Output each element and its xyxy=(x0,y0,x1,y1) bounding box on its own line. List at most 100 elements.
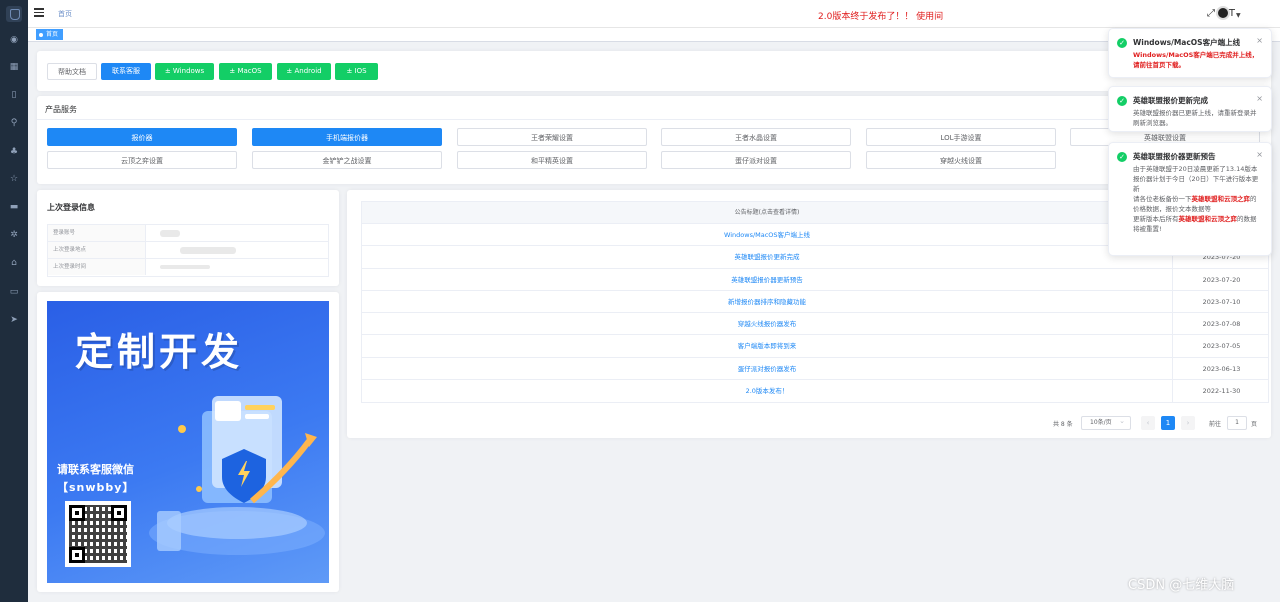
login-info-panel: 上次登录信息 登录账号 上次登录地点 上次登录时间 xyxy=(37,190,339,286)
help-docs-button[interactable]: 帮助文档 xyxy=(47,63,97,80)
announcement-title[interactable]: Windows/MacOS客户端上线 xyxy=(362,224,1172,246)
highlight-span: 英雄联盟和云顶之弈 xyxy=(1191,195,1251,203)
page-button[interactable]: 1 xyxy=(1161,416,1175,430)
notification-body: 英雄联盟报价器已更新上线，请重新登录并刷新浏览器。 xyxy=(1133,109,1257,127)
notification: ✓ 英雄联盟报价更新完成 × 英雄联盟报价器已更新上线，请重新登录并刷新浏览器。 xyxy=(1108,86,1272,132)
search-icon[interactable]: ⚲ xyxy=(8,117,20,129)
masked-value xyxy=(180,247,236,254)
fullscreen-icon[interactable]: ⤢ xyxy=(1207,8,1215,19)
login-info-table: 登录账号 上次登录地点 上次登录时间 xyxy=(47,224,329,277)
avatar[interactable] xyxy=(1216,6,1230,20)
download-ios-button[interactable]: ± IOS xyxy=(335,63,378,80)
success-check-icon: ✓ xyxy=(1117,38,1127,48)
announcement-date: 2023-06-13 xyxy=(1172,357,1270,380)
promo-wechat-id: 【snwbby】 xyxy=(57,481,135,494)
prev-page-button[interactable]: ‹ xyxy=(1141,416,1155,430)
gear-icon[interactable]: ✲ xyxy=(8,229,20,241)
phone-icon[interactable]: ▯ xyxy=(8,89,20,101)
text-span: 请各位老板备份一下 xyxy=(1133,195,1192,203)
info-row: 上次登录地点 xyxy=(48,242,328,259)
highlight-span: 英雄联盟和云顶之弈 xyxy=(1178,215,1238,223)
announcement-date: 2023-07-10 xyxy=(1172,290,1270,313)
promo-panel: 定制开发 请联系客服微信 【snwbby】 xyxy=(37,292,339,592)
tag-home[interactable]: 首页 xyxy=(36,29,64,40)
service-button[interactable]: 报价器 xyxy=(47,128,237,146)
section-title: 产品服务 xyxy=(45,105,77,114)
info-label: 上次登录地点 xyxy=(48,242,146,258)
service-button[interactable]: 云顶之弈设置 xyxy=(47,151,237,169)
service-button[interactable]: 手机端报价器 xyxy=(252,128,442,146)
sitemap-icon[interactable]: ♣ xyxy=(8,146,20,158)
pagination-total: 共 8 条 xyxy=(1053,421,1073,428)
announcement-title[interactable]: 英雄联盟报价器更新预告 xyxy=(362,269,1172,291)
download-windows-button[interactable]: ± Windows xyxy=(155,63,214,80)
masked-value xyxy=(160,265,210,269)
service-button[interactable]: LOL手游设置 xyxy=(866,128,1056,146)
notification-title: 英雄联盟报价更新完成 xyxy=(1133,96,1208,105)
notification-line: 更新版本后所有英雄联盟和云顶之弈的数据将被重置! xyxy=(1133,214,1259,234)
contact-service-button[interactable]: 联系客服 xyxy=(101,63,151,80)
download-android-button[interactable]: ± Android xyxy=(277,63,331,80)
send-icon[interactable]: ➤ xyxy=(8,314,20,326)
notification: ✓ Windows/MacOS客户端上线 × Windows/MacOS客户端已… xyxy=(1108,28,1272,78)
watermark: CSDN @七维大脑 xyxy=(1128,578,1235,593)
breadcrumb[interactable]: 首页 xyxy=(58,9,72,19)
close-icon[interactable]: × xyxy=(1256,150,1263,159)
service-button[interactable]: 蛋仔派对设置 xyxy=(661,151,851,169)
table-row[interactable]: 客户端版本即将到来 2023-07-05 xyxy=(362,335,1268,358)
goto-label: 前往 xyxy=(1209,421,1222,428)
table-row[interactable]: 穿越火线报价器发布 2023-07-08 xyxy=(362,313,1270,336)
table-row[interactable]: 2.0版本发布！ 2022-11-30 xyxy=(362,380,1270,403)
lock-icon[interactable]: ⌂ xyxy=(8,257,20,269)
service-button[interactable]: 穿越火线设置 xyxy=(866,151,1056,169)
page-size-select[interactable]: 10条/页 xyxy=(1081,415,1131,430)
promo-contact-text: 请联系客服微信 xyxy=(57,463,134,476)
success-check-icon: ✓ xyxy=(1117,152,1127,162)
service-button[interactable]: 金铲铲之战设置 xyxy=(252,151,442,169)
announcement-date: 2022-11-30 xyxy=(1172,380,1270,403)
top-navbar: 首页 xyxy=(28,0,1280,28)
promo-title: 定制开发 xyxy=(75,330,244,374)
success-check-icon: ✓ xyxy=(1117,96,1127,106)
table-row[interactable]: 新增报价器排序和隐藏功能 2023-07-10 xyxy=(362,290,1270,314)
text-span: 更新版本后所有 xyxy=(1133,215,1179,223)
announcement-title[interactable]: 客户端版本即将到来 xyxy=(362,335,1172,357)
info-row: 登录账号 xyxy=(48,225,328,242)
login-info-title: 上次登录信息 xyxy=(47,203,95,212)
announcement-date: 2023-07-08 xyxy=(1172,313,1270,336)
star-icon[interactable]: ☆ xyxy=(8,173,20,185)
sidebar: ◉ ▦ ▯ ⚲ ♣ ☆ ▬ ✲ ⌂ ▭ ➤ xyxy=(0,0,28,602)
announcement-title[interactable]: 穿越火线报价器发布 xyxy=(362,313,1172,335)
announcement-title[interactable]: 2.0版本发布！ xyxy=(362,380,1172,402)
announcement-title[interactable]: 蛋仔派对报价器发布 xyxy=(362,358,1172,380)
menu-toggle-icon[interactable] xyxy=(34,8,44,18)
qr-code xyxy=(65,501,131,567)
close-icon[interactable]: × xyxy=(1256,36,1263,45)
chevron-down-icon[interactable]: ▼ xyxy=(1236,12,1241,19)
notification-body: 由于英雄联盟于20日凌晨更新了13.14版本 报价器计划于今日（20日）下午进行… xyxy=(1133,164,1259,234)
announcement-title[interactable]: 新增报价器排序和隐藏功能 xyxy=(362,291,1172,313)
masked-value xyxy=(160,230,180,237)
download-macos-button[interactable]: ± MacOS xyxy=(219,63,272,80)
app-logo[interactable] xyxy=(6,6,22,22)
notification: ✓ 英雄联盟报价器更新预告 × 由于英雄联盟于20日凌晨更新了13.14版本 报… xyxy=(1108,142,1272,256)
table-row[interactable]: 英雄联盟报价器更新预告 2023-07-20 xyxy=(362,268,1268,291)
announcement-title[interactable]: 英雄联盟报价更新完成 xyxy=(362,246,1172,268)
notification-line: 请各位老板备份一下英雄联盟和云顶之弈的价格数据，报价文本数据等 xyxy=(1133,194,1259,214)
close-icon[interactable]: × xyxy=(1256,94,1263,103)
service-button[interactable]: 王者荣耀设置 xyxy=(457,128,647,146)
info-label: 登录账号 xyxy=(48,225,146,241)
dashboard-icon[interactable]: ◉ xyxy=(8,34,20,46)
message-icon[interactable]: ▬ xyxy=(8,201,20,213)
notification-body: Windows/MacOS客户端已完成并上线，请前往首页下载。 xyxy=(1133,51,1259,69)
grid-icon[interactable]: ▦ xyxy=(8,61,20,73)
download-panel: 帮助文档 联系客服 ± Windows ± MacOS ± Android ± … xyxy=(37,51,1271,91)
goto-page-input[interactable]: 1 xyxy=(1227,416,1247,430)
monitor-icon[interactable]: ▭ xyxy=(8,286,20,298)
notification-title: Windows/MacOS客户端上线 xyxy=(1133,38,1241,47)
next-page-button[interactable]: › xyxy=(1181,416,1195,430)
info-row: 上次登录时间 xyxy=(48,259,328,276)
service-button[interactable]: 王者水晶设置 xyxy=(661,128,851,146)
table-row[interactable]: 蛋仔派对报价器发布 2023-06-13 xyxy=(362,357,1270,381)
service-button[interactable]: 和平精英设置 xyxy=(457,151,647,169)
